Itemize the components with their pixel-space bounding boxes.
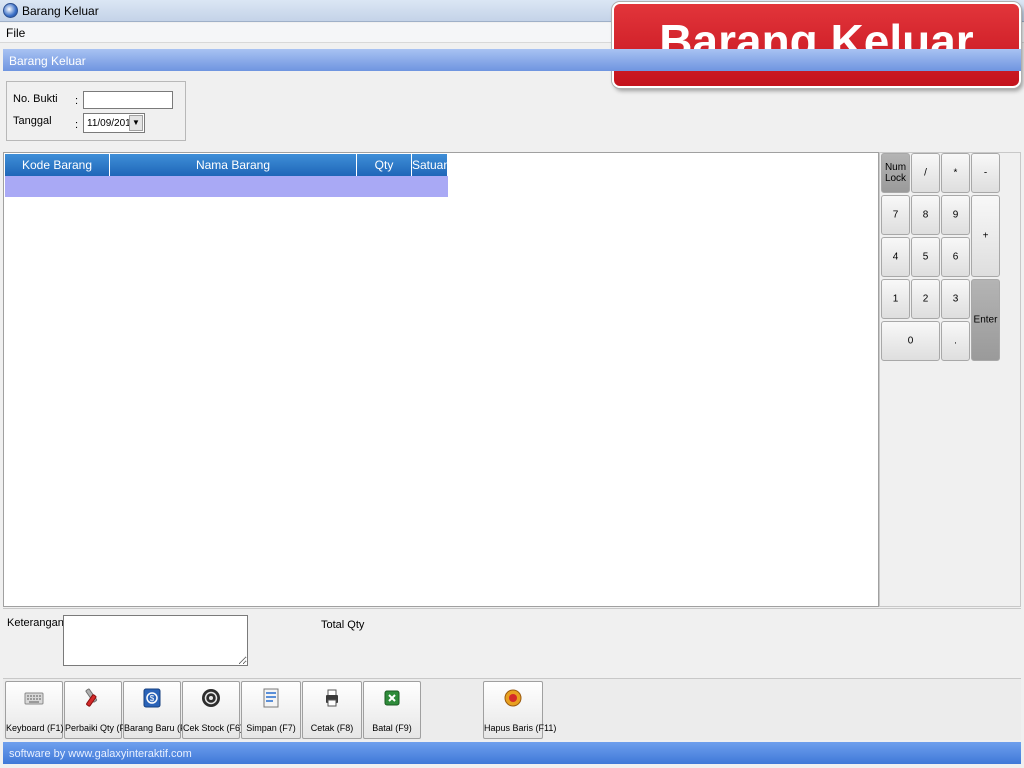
hapus-baris-label: Hapus Baris (F11) (484, 723, 557, 733)
numpad-key-multiply[interactable]: * (941, 153, 970, 193)
numpad-key-9[interactable]: 9 (941, 195, 970, 235)
status-bar: software by www.galaxyinteraktif.com (3, 742, 1021, 764)
delete-row-icon (504, 689, 522, 707)
no-bukti-colon: : (75, 95, 79, 107)
keyboard-label: Keyboard (F1) (6, 723, 64, 733)
cancel-icon (384, 690, 400, 706)
simpan-button[interactable]: Simpan (F7) (241, 681, 301, 739)
print-icon (326, 689, 338, 707)
total-qty-label: Total Qty (321, 619, 365, 631)
stock-icon (202, 689, 220, 707)
form-header-title: Barang Keluar (9, 54, 86, 68)
keterangan-label: Keterangan : (7, 617, 70, 629)
numpad-key-decimal[interactable]: . (941, 321, 970, 361)
numpad-key-enter[interactable]: Enter (971, 279, 1000, 361)
keyboard-icon (24, 692, 44, 705)
numpad-key-6[interactable]: 6 (941, 237, 970, 277)
numpad-key-minus[interactable]: - (971, 153, 1000, 193)
numpad-key-divide[interactable]: / (911, 153, 940, 193)
numpad-key-7[interactable]: 7 (881, 195, 910, 235)
column-nama-barang[interactable]: Nama Barang (110, 154, 357, 176)
perbaiki-qty-label: Perbaiki Qty (F3) (65, 723, 134, 733)
column-kode-barang[interactable]: Kode Barang (5, 154, 110, 176)
table-row[interactable] (5, 176, 448, 197)
keterangan-input[interactable] (63, 615, 248, 666)
numpad-key-0[interactable]: 0 (881, 321, 940, 361)
numpad-key-2[interactable]: 2 (911, 279, 940, 319)
no-bukti-input[interactable] (83, 91, 173, 109)
numpad-key-1[interactable]: 1 (881, 279, 910, 319)
grid-header: Kode Barang Nama Barang Qty Satuan (5, 154, 450, 176)
title-banner: Barang Keluar (612, 2, 1021, 88)
keyboard-button[interactable]: Keyboard (F1) (5, 681, 64, 739)
numpad-key-plus[interactable]: + (971, 195, 1000, 277)
app-icon (3, 3, 18, 18)
batal-button[interactable]: Batal (F9) (363, 681, 421, 739)
tanggal-date-picker[interactable]: 11/09/2013 ▼ (83, 113, 145, 133)
menu-file[interactable]: File (6, 26, 25, 40)
simpan-label: Simpan (F7) (246, 723, 296, 733)
numpad-key-3[interactable]: 3 (941, 279, 970, 319)
tools-icon (85, 688, 98, 707)
column-satuan[interactable]: Satuan (412, 154, 450, 176)
perbaiki-qty-button[interactable]: Perbaiki Qty (F3) (64, 681, 134, 739)
batal-label: Batal (F9) (372, 723, 412, 733)
barang-baru-label: Barang Baru (F5) (124, 723, 194, 733)
status-text: software by www.galaxyinteraktif.com (9, 748, 192, 760)
tanggal-label: Tanggal (13, 115, 52, 127)
numpad-key-5[interactable]: 5 (911, 237, 940, 277)
numpad-key-4[interactable]: 4 (881, 237, 910, 277)
barang-baru-button[interactable]: $ Barang Baru (F5) (123, 681, 194, 739)
save-icon (263, 688, 279, 708)
no-bukti-label: No. Bukti (13, 93, 58, 105)
items-grid[interactable]: Kode Barang Nama Barang Qty Satuan (3, 152, 879, 607)
svg-text:$: $ (150, 694, 155, 703)
tanggal-colon: : (75, 119, 79, 131)
column-qty[interactable]: Qty (357, 154, 412, 176)
cek-stock-label: Cek Stock (F6) (183, 723, 244, 733)
new-item-icon: $ (143, 688, 161, 708)
chevron-down-icon[interactable]: ▼ (129, 115, 143, 131)
numpad-key-8[interactable]: 8 (911, 195, 940, 235)
cetak-button[interactable]: Cetak (F8) (302, 681, 362, 739)
numpad-key-numlock[interactable]: Num Lock (881, 153, 910, 193)
window-title: Barang Keluar (22, 4, 99, 18)
form-header: Barang Keluar (3, 49, 1021, 71)
cek-stock-button[interactable]: Cek Stock (F6) (182, 681, 244, 739)
cetak-label: Cetak (F8) (310, 723, 354, 733)
hapus-baris-button[interactable]: Hapus Baris (F11) (483, 681, 557, 739)
